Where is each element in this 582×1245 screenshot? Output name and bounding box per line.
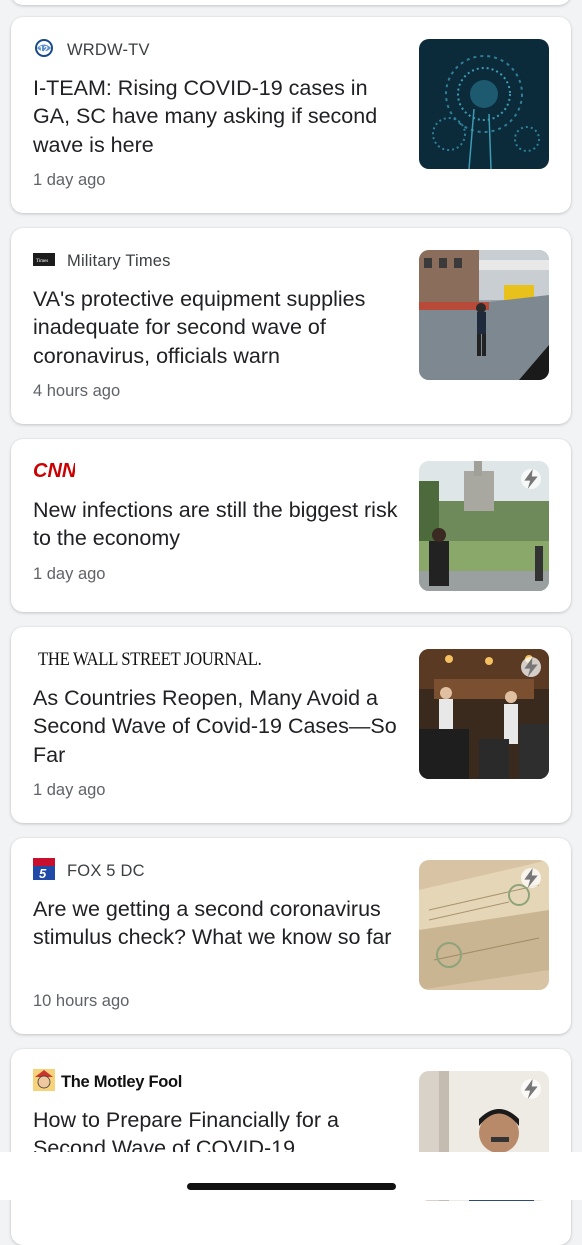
source-row: The Motley Fool: [33, 1068, 183, 1096]
headline[interactable]: New infections are still the biggest ris…: [33, 496, 399, 553]
bottom-bar-area: [0, 1152, 582, 1200]
news-card[interactable]: 5 FOX 5 DC Are we getting a second coron…: [11, 838, 571, 1034]
timestamp: 10 hours ago: [33, 992, 130, 1010]
amp-lightning-icon: [521, 657, 541, 677]
source-row: THE WALL STREET JOURNAL.: [33, 649, 292, 671]
news-card-partial[interactable]: [11, 0, 571, 5]
article-thumbnail[interactable]: [419, 461, 549, 591]
source-row: 12 WRDW-TV: [33, 38, 150, 62]
article-thumbnail[interactable]: [419, 860, 549, 990]
source-row: 5 FOX 5 DC: [33, 857, 145, 885]
news-card[interactable]: Times Military Times VA's protective equ…: [11, 228, 571, 424]
amp-lightning-icon: [521, 1079, 541, 1099]
source-name: The Motley Fool: [61, 1072, 183, 1091]
svg-text:CNN: CNN: [33, 460, 75, 481]
military-times-logo-icon: Times: [33, 250, 55, 273]
source-name: WRDW-TV: [67, 40, 150, 59]
article-thumbnail[interactable]: [419, 39, 549, 169]
motley-fool-logo-icon: [33, 1068, 55, 1096]
headline[interactable]: VA's protective equipment supplies inade…: [33, 285, 399, 370]
cnn-logo-icon: CNN: [33, 459, 77, 486]
news-card[interactable]: THE WALL STREET JOURNAL. As Countries Re…: [11, 627, 571, 823]
wrdw-logo-icon: 12: [33, 38, 55, 62]
source-row: CNN: [33, 459, 77, 486]
svg-text:12: 12: [39, 45, 48, 54]
source-name: Military Times: [67, 251, 171, 270]
headline[interactable]: As Countries Reopen, Many Avoid a Second…: [33, 684, 399, 769]
amp-lightning-icon: [521, 469, 541, 489]
news-card[interactable]: CNN New infections are still the biggest…: [11, 439, 571, 612]
home-indicator[interactable]: [187, 1183, 396, 1190]
timestamp: 1 day ago: [33, 565, 106, 583]
svg-text:Times: Times: [36, 259, 48, 264]
timestamp: 1 day ago: [33, 781, 106, 799]
timestamp: 1 day ago: [33, 171, 106, 189]
fox5-logo-icon: 5: [33, 857, 55, 885]
wsj-logo: THE WALL STREET JOURNAL.: [38, 649, 262, 670]
timestamp: 4 hours ago: [33, 382, 121, 400]
svg-text:5: 5: [39, 866, 47, 880]
news-card[interactable]: The Motley Fool How to Prepare Financial…: [11, 1049, 571, 1245]
headline[interactable]: I-TEAM: Rising COVID-19 cases in GA, SC …: [33, 74, 399, 159]
source-row: Times Military Times: [33, 250, 171, 272]
news-card[interactable]: 12 WRDW-TV I-TEAM: Rising COVID-19 cases…: [11, 17, 571, 213]
amp-lightning-icon: [521, 868, 541, 888]
source-name: FOX 5 DC: [67, 861, 145, 880]
headline[interactable]: Are we getting a second coronavirus stim…: [33, 895, 399, 952]
article-thumbnail[interactable]: [419, 250, 549, 380]
article-thumbnail[interactable]: [419, 649, 549, 779]
